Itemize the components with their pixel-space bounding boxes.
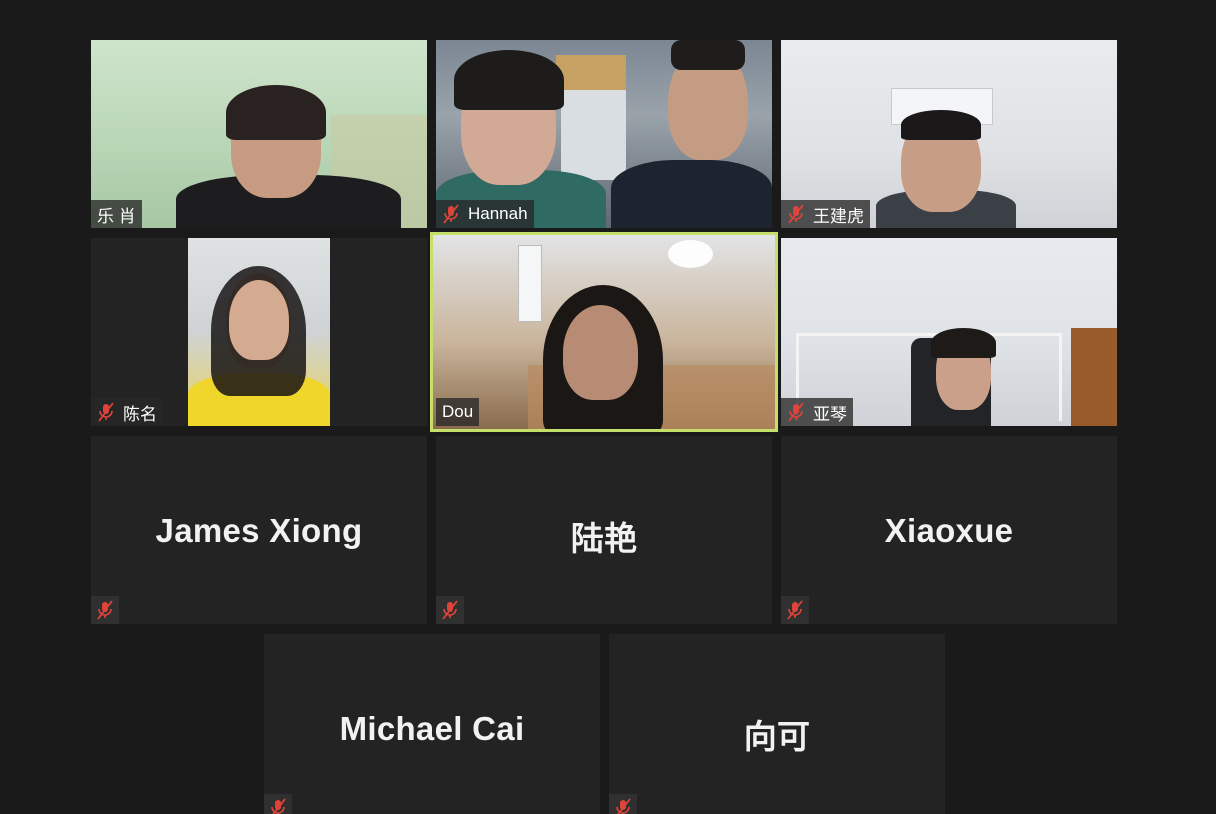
participant-name: 陈名	[123, 404, 157, 424]
avatar-tile-xiaoxue[interactable]: Xiaoxue	[781, 436, 1117, 624]
avatar-tile-xiang-ke[interactable]: 向可	[609, 634, 945, 814]
participant-name: 王建虎	[813, 206, 864, 226]
microphone-muted-icon	[609, 794, 637, 814]
participant-name: Michael Cai	[339, 710, 525, 747]
avatar-tile-james-xiong[interactable]: James Xiong	[91, 436, 427, 624]
video-tile-wang-jianhu[interactable]: 王建虎	[781, 40, 1117, 228]
microphone-muted-icon	[787, 204, 805, 224]
participant-name-label: 王建虎	[781, 200, 870, 228]
avatar-tile-michael-cai[interactable]: Michael Cai	[264, 634, 600, 814]
video-tile-dou-active-speaker[interactable]: Dou	[430, 232, 778, 432]
microphone-muted-icon	[97, 402, 115, 422]
participant-name-label: 乐 肖	[91, 200, 142, 228]
video-tile-le-xiao[interactable]: 乐 肖	[91, 40, 427, 228]
microphone-muted-icon	[436, 596, 464, 624]
video-feed	[433, 235, 775, 429]
video-tile-chen-ming[interactable]: 陈名	[91, 238, 427, 426]
participant-name-label: 亚琴	[781, 398, 853, 426]
participant-name: James Xiong	[155, 512, 363, 549]
participant-name: 向可	[743, 718, 811, 755]
video-tile-ya-qin[interactable]: 亚琴	[781, 238, 1117, 426]
participant-name: 乐 肖	[97, 206, 136, 226]
microphone-muted-icon	[787, 402, 805, 422]
participant-name-label: Hannah	[436, 200, 534, 228]
microphone-muted-icon	[91, 596, 119, 624]
microphone-muted-icon	[781, 596, 809, 624]
participant-name-label: 陈名	[91, 398, 163, 426]
participant-name-label: Dou	[436, 398, 480, 426]
participant-name: 亚琴	[813, 404, 847, 424]
microphone-muted-icon	[264, 794, 292, 814]
participant-name: Dou	[442, 402, 474, 421]
microphone-muted-icon	[442, 204, 460, 224]
participant-name: Hannah	[468, 204, 528, 223]
participant-name: Xiaoxue	[884, 512, 1014, 549]
participant-name: 陆艳	[570, 520, 638, 557]
avatar-tile-lu-yan[interactable]: 陆艳	[436, 436, 772, 624]
video-tile-hannah[interactable]: Hannah	[436, 40, 772, 228]
